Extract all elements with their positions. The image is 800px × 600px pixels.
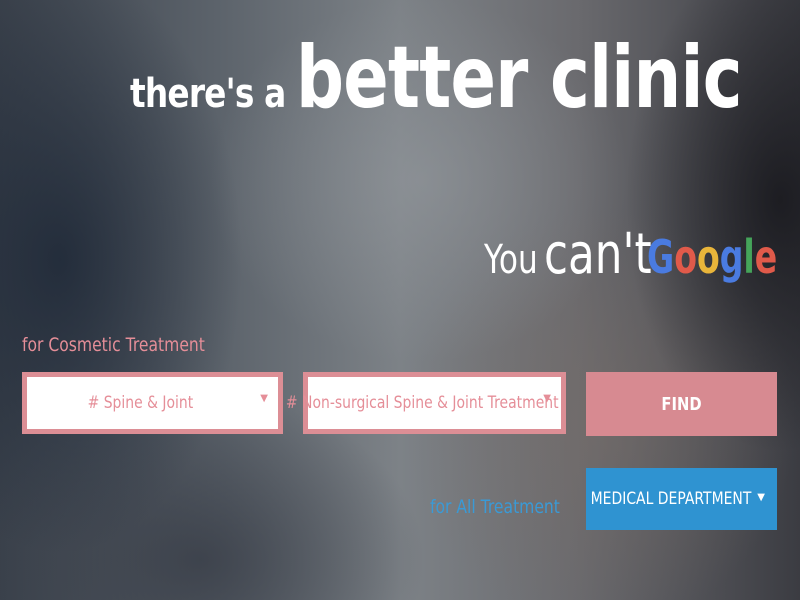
headline-small-text: there's a [130,71,286,117]
google-letter: g [719,230,744,284]
department-select-value: MEDICAL DEPARTMENT [590,489,751,509]
hero-page: there's a better clinic You can't Google… [0,0,800,600]
google-letter: o [697,230,720,284]
google-letter: l [743,230,755,284]
google-letter: e [754,230,778,284]
google-wordmark: Google [647,230,777,284]
treatment-select[interactable]: # Non-surgical Spine & Joint Treatment ▼ [286,372,566,434]
treatment-select-value: # Non-surgical Spine & Joint Treatment [286,393,559,413]
google-letter: G [647,230,675,284]
category-select-value-wrap: # Spine & Joint [27,377,254,429]
subline-cant-text: can't [544,222,652,287]
hero-headline: there's a better clinic [130,28,800,128]
subline-you-text: You [484,237,538,283]
headline-big-text: better clinic [295,28,742,128]
find-button[interactable]: FIND [586,372,777,436]
medical-department-select[interactable]: MEDICAL DEPARTMENT ▼ [586,468,777,530]
chevron-down-icon: ▼ [260,393,268,404]
cosmetic-treatment-label: for Cosmetic Treatment [22,334,205,356]
hero-subline: You can't Google [484,222,800,287]
find-button-label: FIND [661,393,702,415]
all-treatment-label: for All Treatment [430,496,560,518]
google-letter: o [674,230,698,284]
department-select-value-wrap: MEDICAL DEPARTMENT [586,468,755,530]
category-select-value: # Spine & Joint [87,393,194,413]
treatment-select-value-wrap: # Non-surgical Spine & Joint Treatment [286,377,559,429]
chevron-down-icon: ▼ [543,393,551,404]
chevron-down-icon: ▼ [757,492,765,503]
category-select[interactable]: # Spine & Joint ▼ [22,372,283,434]
